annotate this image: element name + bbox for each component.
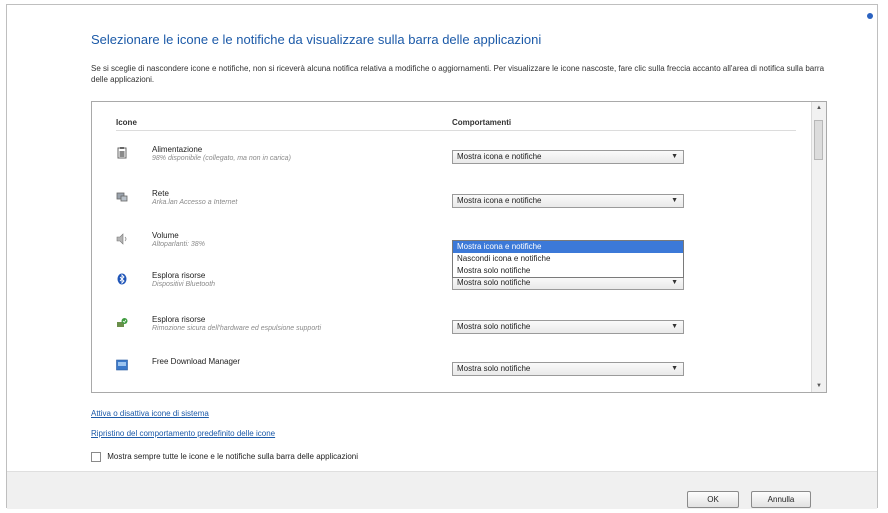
dialog-window: Selezionare le icone e le notifiche da v… (6, 4, 878, 509)
behavior-select[interactable]: Mostra solo notifiche ▼ (452, 320, 684, 334)
row-name: Rete (152, 189, 169, 198)
list-item-partial (92, 388, 812, 392)
battery-icon (116, 147, 128, 159)
behavior-select-value: Mostra icona e notifiche (457, 152, 542, 161)
icons-column-header: Icone (116, 118, 137, 127)
list-item: Rete Arka.lan Accesso a Internet Mostra … (92, 186, 812, 224)
behavior-select[interactable]: Mostra icona e notifiche ▼ (452, 194, 684, 208)
chevron-down-icon: ▼ (671, 153, 678, 160)
behavior-select-value: Mostra icona e notifiche (457, 196, 542, 205)
app-icon (116, 388, 128, 392)
scroll-down-icon[interactable]: ▼ (812, 380, 826, 392)
always-show-option: Mostra sempre tutte le icone e le notifi… (91, 452, 358, 462)
safe-remove-icon (116, 317, 128, 329)
behavior-select[interactable]: Mostra icona e notifiche ▼ (452, 150, 684, 164)
behavior-select-value: Mostra solo notifiche (457, 364, 531, 373)
header-divider (116, 130, 796, 131)
list-scrollbar[interactable]: ▲ ▼ (811, 102, 826, 392)
row-name: Free Download Manager (152, 357, 241, 366)
scroll-thumb[interactable] (814, 120, 823, 160)
dropdown-option[interactable]: Nascondi icona e notifiche (453, 253, 683, 265)
dropdown-option[interactable]: Mostra solo notifiche (453, 265, 683, 277)
list-item: Esplora risorse Rimozione sicura dell'ha… (92, 312, 812, 350)
behavior-select[interactable]: Mostra solo notifiche ▼ (452, 362, 684, 376)
chevron-down-icon: ▼ (671, 197, 678, 204)
bluetooth-icon (116, 273, 128, 285)
chevron-down-icon: ▼ (671, 279, 678, 286)
restore-defaults-link[interactable]: Ripristino del comportamento predefinito… (91, 429, 275, 438)
row-name: Esplora risorse (152, 271, 206, 280)
behaviors-column-header: Comportamenti (452, 118, 512, 127)
window-indicator-icon (867, 13, 873, 19)
always-show-label: Mostra sempre tutte le icone e le notifi… (107, 452, 359, 462)
cancel-button[interactable]: Annulla (751, 491, 811, 508)
chevron-down-icon: ▼ (671, 365, 678, 372)
behavior-select[interactable]: Mostra solo notifiche ▼ (452, 276, 684, 290)
page-title: Selezionare le icone e le notifiche da v… (91, 32, 542, 47)
network-icon (116, 191, 128, 203)
behavior-select-value: Mostra solo notifiche (457, 322, 531, 331)
row-subtitle: Arka.lan Accesso a Internet (152, 199, 238, 206)
row-name: Esplora risorse (152, 315, 206, 324)
always-show-checkbox[interactable] (91, 452, 101, 462)
ok-button[interactable]: OK (687, 491, 739, 508)
list-item: Alimentazione 98% disponibile (collegato… (92, 142, 812, 180)
speaker-icon (116, 233, 128, 245)
row-subtitle: 98% disponibile (collegato, ma non in ca… (152, 155, 291, 162)
behavior-select-value: Mostra solo notifiche (457, 278, 531, 287)
icon-behavior-list: Icone Comportamenti Alimentazione 98% di… (91, 101, 827, 393)
behavior-dropdown-list: Mostra icona e notifiche Nascondi icona … (452, 240, 684, 278)
chevron-down-icon: ▼ (671, 323, 678, 330)
row-subtitle: Altoparlanti: 38% (152, 241, 205, 248)
list-item: Free Download Manager Mostra solo notifi… (92, 354, 812, 392)
scroll-up-icon[interactable]: ▲ (812, 102, 826, 114)
row-name: Volume (152, 231, 179, 240)
toggle-system-icons-link[interactable]: Attiva o disattiva icone di sistema (91, 409, 209, 418)
dropdown-option[interactable]: Mostra icona e notifiche (453, 241, 683, 253)
row-subtitle: Dispositivi Bluetooth (152, 281, 216, 288)
row-name: Alimentazione (152, 145, 203, 154)
dialog-footer: OK Annulla (7, 471, 877, 509)
download-manager-icon (116, 359, 128, 371)
description-text: Se si sceglie di nascondere icone e noti… (91, 64, 825, 84)
row-subtitle: Rimozione sicura dell'hardware ed espuls… (152, 325, 322, 332)
